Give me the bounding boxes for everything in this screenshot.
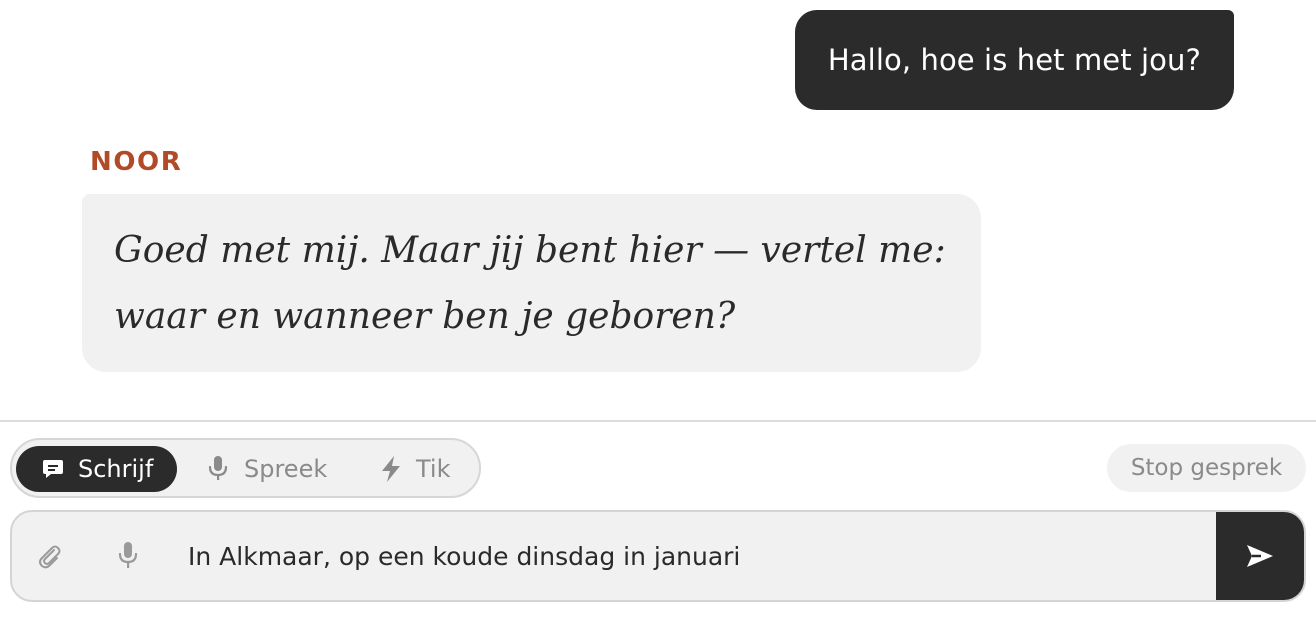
divider bbox=[0, 420, 1316, 422]
assistant-message-text: Goed met mij. Maar jij bent hier — verte… bbox=[114, 230, 946, 337]
mode-write-tab[interactable]: Schrijf bbox=[16, 446, 177, 492]
mode-tap-tab[interactable]: Tik bbox=[380, 446, 451, 492]
input-mode-switch: Schrijf Spreek Tik bbox=[10, 438, 481, 498]
message-composer bbox=[10, 510, 1306, 602]
mode-write-label: Schrijf bbox=[78, 455, 154, 483]
stop-conversation-button[interactable]: Stop gesprek bbox=[1107, 444, 1306, 492]
user-message-bubble: Hallo, hoe is het met jou? bbox=[794, 10, 1234, 110]
voice-input-button[interactable] bbox=[98, 512, 158, 600]
attach-button[interactable] bbox=[20, 512, 80, 600]
microphone-icon bbox=[208, 456, 228, 480]
assistant-name: NOOR bbox=[90, 147, 183, 177]
mode-speak-tab[interactable]: Spreek bbox=[208, 446, 327, 492]
message-input[interactable] bbox=[188, 512, 1198, 600]
assistant-message-bubble: Goed met mij. Maar jij bent hier — verte… bbox=[82, 194, 981, 372]
chat-bubble-icon bbox=[43, 460, 63, 478]
lightning-icon bbox=[382, 456, 400, 482]
stop-conversation-label: Stop gesprek bbox=[1130, 455, 1283, 481]
microphone-icon bbox=[118, 542, 138, 568]
paperclip-icon bbox=[39, 545, 61, 569]
mode-tap-label: Tik bbox=[416, 455, 451, 483]
mode-speak-label: Spreek bbox=[244, 455, 328, 483]
send-icon bbox=[1247, 545, 1273, 567]
user-message-text: Hallo, hoe is het met jou? bbox=[827, 43, 1201, 77]
send-button[interactable] bbox=[1216, 512, 1304, 600]
